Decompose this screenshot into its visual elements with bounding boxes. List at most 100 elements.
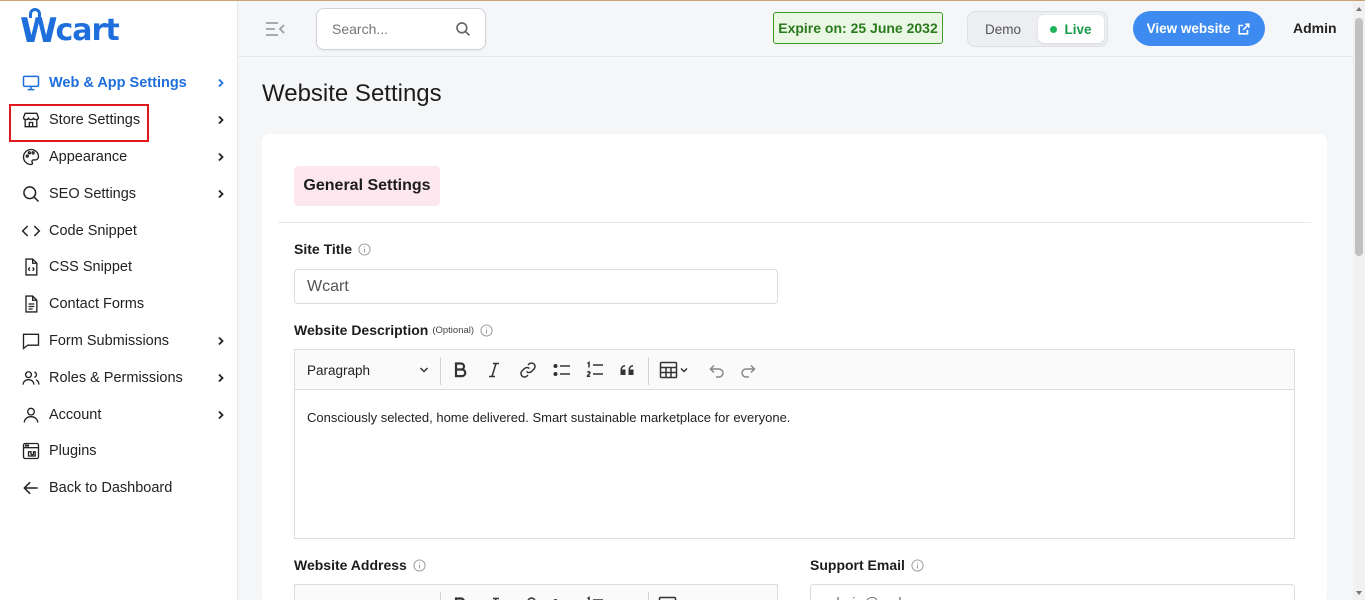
chevron-right-icon [218,410,224,419]
insert-table-button[interactable] [657,359,693,381]
sidebar-item-appearance[interactable]: Appearance [0,139,238,176]
sidebar-item-account[interactable]: Account [0,396,238,433]
support-email-input[interactable] [810,584,1295,600]
italic-icon [493,597,499,600]
sidebar-item-store-settings[interactable]: Store Settings [0,102,238,142]
numbered-list-button[interactable] [584,359,606,381]
sidebar-item-label: Appearance [49,148,128,165]
mode-demo-option[interactable]: Demo [972,15,1034,43]
sidebar-item-plugins[interactable]: Plugins [0,433,238,470]
scroll-up-arrow-icon[interactable] [1356,7,1362,11]
description-editor-content[interactable]: Consciously selected, home delivered. Sm… [307,410,790,425]
undo-icon [709,364,724,378]
optional-label: (Optional) [432,324,475,336]
toolbar-separator [648,592,649,600]
sidebar-item-label: Plugins [49,443,97,460]
quote-icon [619,595,639,600]
chevron-down-icon [419,367,429,373]
page-title: Website Settings [262,80,442,107]
css-file-icon [21,257,41,277]
blockquote-button[interactable] [618,359,640,381]
italic-button[interactable] [483,359,505,381]
paragraph-style-value: Paragraph [307,362,371,378]
undo-button[interactable] [705,359,727,381]
palette-icon [21,147,41,167]
tab-general-settings[interactable]: General Settings [294,166,440,206]
sidebar-item-code-snippet[interactable]: Code Snippet [0,212,238,249]
italic-icon [489,362,499,378]
chevron-right-icon [218,116,224,125]
sidebar-item-form-submissions[interactable]: Form Submissions [0,323,238,360]
bold-icon [454,597,465,600]
chevron-right-icon [218,189,224,198]
editor-toolbar: Paragraph [295,350,1294,390]
live-status-dot [1050,25,1058,33]
message-icon [21,331,41,351]
bold-button[interactable] [449,359,471,381]
numbered-list-button[interactable] [584,594,606,600]
monitor-icon [21,73,41,93]
store-icon [21,110,41,130]
info-icon[interactable] [358,242,371,256]
info-icon[interactable] [911,558,924,572]
bulleted-list-button[interactable] [551,359,573,381]
support-email-label: Support Email [810,557,924,573]
paragraph-style-select[interactable]: Paragraph [307,360,429,380]
link-button[interactable] [517,359,539,381]
redo-icon [741,364,756,378]
sidebar-item-web-app-settings[interactable]: Web & App Settings [0,65,238,102]
sidebar-item-back-to-dashboard[interactable]: Back to Dashboard [0,470,238,507]
link-button[interactable] [517,594,539,600]
scrollbar-thumb[interactable] [1355,18,1363,256]
bold-icon [454,362,467,378]
sidebar-nav: Web & App Settings Store Settings Appear… [0,65,238,507]
description-editor[interactable]: Paragraph Consciously selected, home del… [294,349,1295,539]
sidebar-item-css-snippet[interactable]: CSS Snippet [0,249,238,286]
expiry-badge: Expire on: 25 June 2032 [773,12,943,44]
website-address-editor[interactable]: Paragraph [294,584,778,600]
user-icon [21,405,41,425]
search-input[interactable] [332,19,442,39]
sidebar-item-roles-permissions[interactable]: Roles & Permissions [0,359,238,396]
user-menu[interactable]: Admin [1293,20,1337,36]
site-title-input[interactable] [294,269,778,304]
plugin-icon [21,441,41,461]
website-address-label: Website Address [294,557,426,573]
editor-toolbar: Paragraph [295,585,777,600]
table-icon [658,596,677,600]
quote-icon [620,365,634,375]
insert-table-button[interactable] [657,594,679,600]
blockquote-button[interactable] [618,594,640,600]
sidebar-item-label: Code Snippet [49,222,137,239]
mode-live-option[interactable]: Live [1038,15,1104,43]
bulleted-list-button[interactable] [551,594,573,600]
scroll-down-arrow-icon[interactable] [1356,591,1362,595]
label-text: Support Email [810,557,905,573]
sidebar: Wcart Web & App Settings Store Settings … [0,1,238,600]
page-scrollbar[interactable] [1353,1,1365,600]
sidebar-item-seo-settings[interactable]: SEO Settings [0,175,238,212]
sidebar-item-label: Store Settings [49,112,141,129]
sidebar-item-label: SEO Settings [49,185,137,202]
shopping-bag-icon [29,8,41,18]
view-website-label: View website [1146,21,1231,36]
redo-button[interactable] [738,359,760,381]
users-icon [21,368,41,388]
info-icon[interactable] [413,558,426,572]
search-icon[interactable] [454,20,472,38]
sidebar-item-contact-forms[interactable]: Contact Forms [0,286,238,323]
info-icon[interactable] [480,323,493,337]
italic-button[interactable] [483,594,505,600]
toolbar-separator [648,357,649,385]
brand-logo[interactable]: Wcart [20,8,120,48]
paragraph-style-select[interactable]: Paragraph [307,595,429,600]
table-icon [659,361,688,379]
logo-letter: W [20,8,57,48]
toolbar-separator [440,357,441,385]
link-icon [520,362,536,378]
menu-collapse-icon[interactable] [264,19,286,39]
bold-button[interactable] [449,594,471,600]
search-box[interactable] [316,8,486,50]
mode-toggle[interactable]: Demo Live [967,11,1108,47]
view-website-button[interactable]: View website [1133,11,1265,46]
